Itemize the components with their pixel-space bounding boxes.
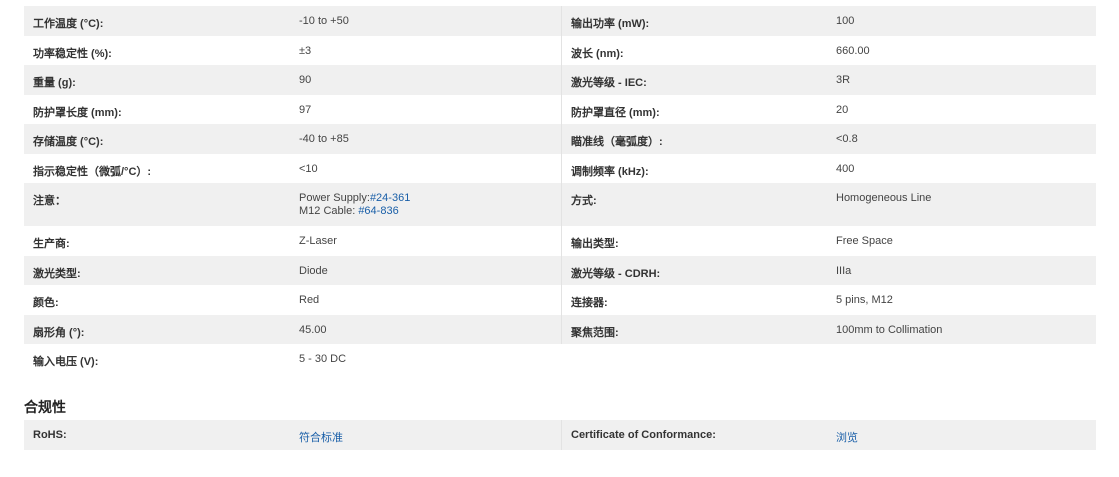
certificate-view-link[interactable]: 浏览: [836, 432, 858, 444]
spec-row: 输入电压 (V): 5 - 30 DC: [24, 344, 1096, 374]
spec-value: 20: [836, 103, 849, 116]
spec-label: 生产商:: [33, 238, 70, 250]
compliance-heading: 合规性: [24, 399, 66, 415]
power-supply-link[interactable]: #24-361: [370, 192, 410, 204]
spec-row: 注意： Power Supply:#24-361 M12 Cable: #64-…: [24, 183, 1096, 226]
spec-row: 重量 (g): 90 激光等级 - IEC: 3R: [24, 65, 1096, 95]
compliance-row: RoHS: 符合标准 Certificate of Conformance: 浏…: [24, 420, 1096, 450]
spec-label: 防护罩直径 (mm):: [561, 94, 827, 124]
spec-value: IIIa: [836, 264, 852, 277]
spec-row: 指示稳定性（微弧/°C）: <10 调制频率 (kHz): 400: [24, 153, 1096, 183]
rohs-value: 符合标准: [290, 420, 561, 450]
cable-link[interactable]: #64-836: [358, 205, 398, 217]
certificate-label: Certificate of Conformance:: [561, 420, 827, 450]
spec-value: 5 - 30 DC: [299, 353, 347, 365]
specifications-table: 工作温度 (°C): -10 to +50 输出功率 (mW): 100 功率稳…: [24, 6, 1096, 374]
rohs-label: RoHS:: [33, 429, 67, 441]
spec-row: 防护罩长度 (mm): 97 防护罩直径 (mm): 20: [24, 94, 1096, 124]
spec-label: 方式:: [561, 183, 827, 226]
spec-row: 颜色: Red 连接器: 5 pins, M12: [24, 285, 1096, 315]
power-supply-line: Power Supply:#24-361: [299, 192, 561, 205]
spec-label: 防护罩长度 (mm):: [33, 106, 122, 119]
spec-value: 100mm to Collimation: [836, 323, 943, 336]
spec-row: 扇形角 (°): 45.00 聚焦范围: 100mm to Collimatio…: [24, 314, 1096, 344]
spec-label: 连接器:: [561, 285, 827, 315]
spec-label: 输出类型:: [561, 226, 827, 256]
spec-label: 颜色:: [33, 297, 59, 309]
spec-value: Power Supply:#24-361 M12 Cable: #64-836: [290, 183, 561, 226]
certificate-value: 浏览: [827, 420, 1096, 450]
spec-label: 存储温度 (°C):: [33, 136, 104, 148]
spec-label: [561, 344, 827, 374]
spec-row: 激光类型: Diode 激光等级 - CDRH: IIIa: [24, 255, 1096, 285]
spec-label: 激光等级 - IEC:: [561, 65, 827, 95]
cable-line: M12 Cable: #64-836: [299, 205, 561, 218]
spec-label: 输入电压 (V):: [33, 356, 99, 368]
spec-value: 3R: [836, 74, 851, 86]
rohs-link[interactable]: 符合标准: [299, 432, 343, 444]
spec-label: 指示稳定性（微弧/°C）:: [33, 165, 152, 178]
spec-label: 功率稳定性 (%):: [33, 47, 112, 60]
spec-label: 聚焦范围:: [561, 314, 827, 344]
spec-value: -40 to +85: [299, 133, 349, 145]
spec-label: 注意：: [33, 195, 66, 207]
spec-value: -10 to +50: [299, 15, 349, 27]
spec-row: 存储温度 (°C): -40 to +85 瞄准线（毫弧度）: <0.8: [24, 124, 1096, 154]
spec-value: 97: [299, 103, 312, 116]
compliance-table: RoHS: 符合标准 Certificate of Conformance: 浏…: [24, 420, 1096, 450]
spec-value: 90: [299, 74, 312, 86]
spec-value: 660.00: [836, 44, 870, 57]
spec-value: 100: [836, 15, 855, 27]
spec-label: 重量 (g):: [33, 77, 76, 89]
spec-value: Homogeneous Line: [836, 192, 932, 204]
spec-row: 工作温度 (°C): -10 to +50 输出功率 (mW): 100: [24, 6, 1096, 36]
spec-label: 工作温度 (°C):: [33, 18, 104, 30]
spec-label: 波长 (nm):: [561, 35, 827, 65]
spec-row: 功率稳定性 (%): ±3 波长 (nm): 660.00: [24, 35, 1096, 65]
spec-value: ±3: [299, 44, 312, 57]
power-supply-label: Power Supply:: [299, 192, 370, 204]
spec-label: 瞄准线（毫弧度）:: [561, 124, 827, 154]
spec-label: 激光类型:: [33, 267, 81, 280]
spec-value: 400: [836, 162, 855, 175]
spec-label: 调制频率 (kHz):: [561, 153, 827, 183]
spec-value: Free Space: [836, 235, 893, 247]
spec-label: 扇形角 (°):: [33, 326, 85, 339]
spec-value: [827, 344, 1096, 374]
spec-value: <0.8: [836, 133, 858, 145]
spec-value: Red: [299, 294, 320, 306]
spec-value: 5 pins, M12: [836, 294, 893, 306]
spec-row: 生产商: Z-Laser 输出类型: Free Space: [24, 226, 1096, 256]
spec-value: <10: [299, 162, 318, 175]
spec-label: 输出功率 (mW):: [561, 6, 827, 36]
cable-label: M12 Cable:: [299, 205, 359, 217]
spec-label: 激光等级 - CDRH:: [561, 255, 827, 285]
spec-value: 45.00: [299, 323, 327, 336]
spec-value: Diode: [299, 264, 328, 277]
spec-value: Z-Laser: [299, 235, 337, 247]
